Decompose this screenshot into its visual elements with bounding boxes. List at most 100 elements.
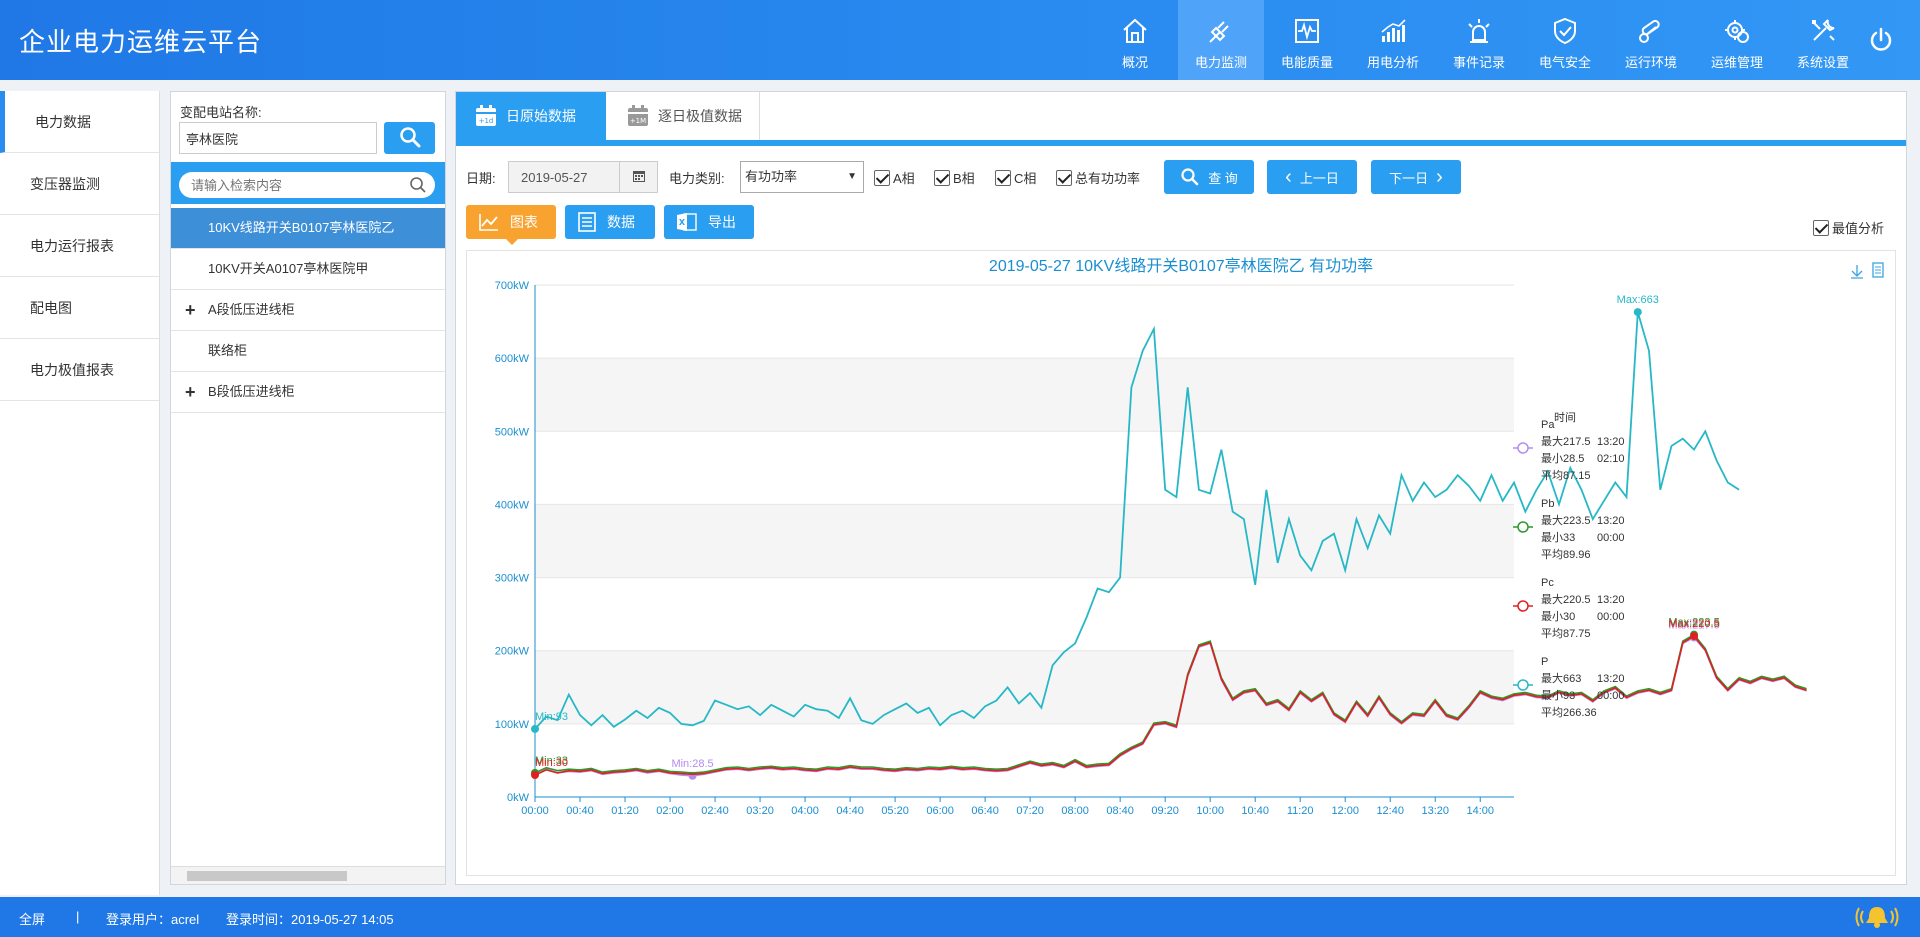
power-type-select[interactable]: 有功功率 ▼ [740, 161, 864, 193]
export-button[interactable]: X 导出 [664, 205, 754, 239]
tree-item-3[interactable]: 联络柜 [171, 331, 445, 372]
min-label-P: Min:93 [535, 711, 568, 723]
checkbox-extreme-analysis[interactable]: 最值分析 [1813, 218, 1884, 237]
checkbox-phase-a[interactable]: A相 [874, 168, 915, 187]
home-icon [1123, 18, 1147, 43]
left-menu-item-4[interactable]: 电力极值报表 [0, 339, 159, 401]
legend-avg: 平均87.15 [1541, 469, 1591, 482]
x-tick-label: 07:20 [1016, 805, 1044, 817]
main-panel: +1d 日原始数据 +1M 逐日极值数据 日期: 电力类别: 有功功率 ▼ A相 … [455, 91, 1907, 885]
y-tick-label: 100kW [495, 719, 530, 731]
shield-check-icon [1554, 17, 1576, 45]
max-label-P: Max:663 [1617, 294, 1659, 306]
left-menu-item-2[interactable]: 电力运行报表 [0, 215, 159, 277]
tree-item-2[interactable]: + A段低压进线柜 [171, 290, 445, 331]
tree-item-1[interactable]: 10KV开关A0107亭林医院甲 [171, 249, 445, 290]
checkbox-box[interactable] [934, 169, 950, 186]
bar-chart-icon [1381, 19, 1406, 42]
checkbox-phase-b-label: B相 [953, 171, 975, 186]
search-icon[interactable] [409, 176, 427, 194]
data-view-button[interactable]: 数据 [565, 205, 655, 239]
x-tick-label: 03:20 [746, 805, 774, 817]
search-icon [399, 126, 420, 147]
tree-item-4[interactable]: + B段低压进线柜 [171, 372, 445, 413]
x-tick-label: 09:20 [1151, 805, 1179, 817]
footer-separator: | [76, 909, 80, 924]
tree-horizontal-scrollbar[interactable] [171, 866, 445, 884]
legend-name: P [1541, 656, 1548, 668]
login-time: 登录时间：2019-05-27 14:05 [226, 912, 394, 927]
query-button[interactable]: 查 询 [1164, 160, 1254, 194]
y-tick-label: 500kW [495, 426, 530, 438]
nav-item-1[interactable]: 电力监测 [1178, 0, 1264, 80]
station-search-button[interactable] [384, 122, 435, 154]
legend-marker-Pa [1517, 442, 1529, 454]
calendar-icon [633, 171, 645, 182]
scrollbar-thumb[interactable] [187, 871, 347, 881]
x-tick-label: 12:00 [1331, 805, 1359, 817]
checkbox-total-label: 总有功功率 [1075, 171, 1141, 186]
prev-day-button[interactable]: ‹ 上一日 [1267, 160, 1357, 194]
expand-plus-icon[interactable]: + [185, 372, 196, 412]
nav-item-2[interactable]: 电能质量 [1264, 0, 1350, 80]
x-tick-label: 14:00 [1466, 805, 1494, 817]
expand-plus-icon[interactable]: + [185, 290, 196, 330]
nav-item-7[interactable]: 运维管理 [1694, 0, 1780, 80]
tab-daily-raw-data[interactable]: +1d 日原始数据 [456, 92, 606, 140]
tree-item-label: 10KV线路开关B0107亭林医院乙 [208, 220, 395, 235]
date-input[interactable] [508, 161, 620, 193]
nav-item-4[interactable]: 事件记录 [1436, 0, 1522, 80]
x-tick-label: 05:20 [881, 805, 909, 817]
checkbox-box[interactable] [1813, 219, 1829, 236]
max-marker-Pc [1690, 632, 1699, 641]
nav-label: 运行环境 [1624, 55, 1677, 70]
checkbox-phase-c[interactable]: C相 [995, 168, 1036, 187]
tree-item-label: B段低压进线柜 [208, 384, 295, 399]
tree-list: 10KV线路开关B0107亭林医院乙 10KV开关A0107亭林医院甲 + A段低压进… [171, 208, 445, 413]
next-day-button[interactable]: 下一日 › [1371, 160, 1461, 194]
checkbox-phase-c-label: C相 [1014, 171, 1037, 186]
tree-search-input[interactable] [179, 172, 435, 198]
fullscreen-link[interactable]: 全屏 [19, 909, 45, 928]
tree-item-0[interactable]: 10KV线路开关B0107亭林医院乙 [171, 208, 445, 249]
nav-item-8[interactable]: 系统设置 [1780, 0, 1866, 80]
document-list-icon [578, 212, 596, 232]
date-label: 日期: [466, 171, 496, 186]
nav-item-6[interactable]: 运行环境 [1608, 0, 1694, 80]
x-tick-label: 04:00 [791, 805, 819, 817]
chart-title: 2019-05-27 10KV线路开关B0107亭林医院乙 有功功率 [989, 257, 1373, 275]
type-label: 电力类别: [669, 171, 725, 186]
nav-item-5[interactable]: 电气安全 [1522, 0, 1608, 80]
checkbox-box[interactable] [874, 169, 890, 186]
min-label-Pc: Min:30 [535, 757, 568, 769]
waveform-icon [1295, 19, 1319, 43]
bell-alarm-icon[interactable] [1855, 903, 1899, 931]
left-menu-item-1[interactable]: 变压器监测 [0, 153, 159, 215]
login-user: 登录用户：acrel [106, 912, 200, 927]
power-icon[interactable] [1866, 25, 1896, 55]
legend-max_time: 13:20 [1597, 515, 1625, 527]
tree-item-label: 联络柜 [208, 343, 248, 358]
checkbox-box[interactable] [995, 169, 1011, 186]
date-picker-button[interactable] [620, 161, 658, 193]
checkbox-phase-b[interactable]: B相 [934, 168, 975, 187]
chart-view-button[interactable]: 图表 [466, 205, 556, 245]
x-tick-label: 00:40 [566, 805, 594, 817]
checkbox-box[interactable] [1056, 169, 1072, 186]
min-label-Pa: Min:28.5 [671, 758, 713, 770]
nav-item-0[interactable]: 概况 [1092, 0, 1178, 80]
legend-max: 最大663 [1541, 671, 1581, 685]
dropdown-arrow-icon: ▼ [847, 171, 857, 182]
left-menu-item-3[interactable]: 配电图 [0, 277, 159, 339]
x-tick-label: 04:40 [836, 805, 864, 817]
checkbox-total-power[interactable]: 总有功功率 [1056, 168, 1140, 187]
tab-daily-extreme-data[interactable]: +1M 逐日极值数据 [606, 92, 760, 140]
station-input[interactable] [179, 122, 377, 154]
left-menu-item-0[interactable]: 电力数据 [0, 91, 159, 153]
station-tree-panel: 变配电站名称: 10KV线路开关B0107亭林医院乙 10KV开关A0107亭林医… [170, 91, 446, 885]
tree-item-label: A段低压进线柜 [208, 302, 295, 317]
nav-item-3[interactable]: 用电分析 [1350, 0, 1436, 80]
app-title: 企业电力运维云平台 [19, 27, 263, 57]
legend-max_time: 13:20 [1597, 673, 1625, 685]
legend-marker-P [1517, 679, 1529, 691]
